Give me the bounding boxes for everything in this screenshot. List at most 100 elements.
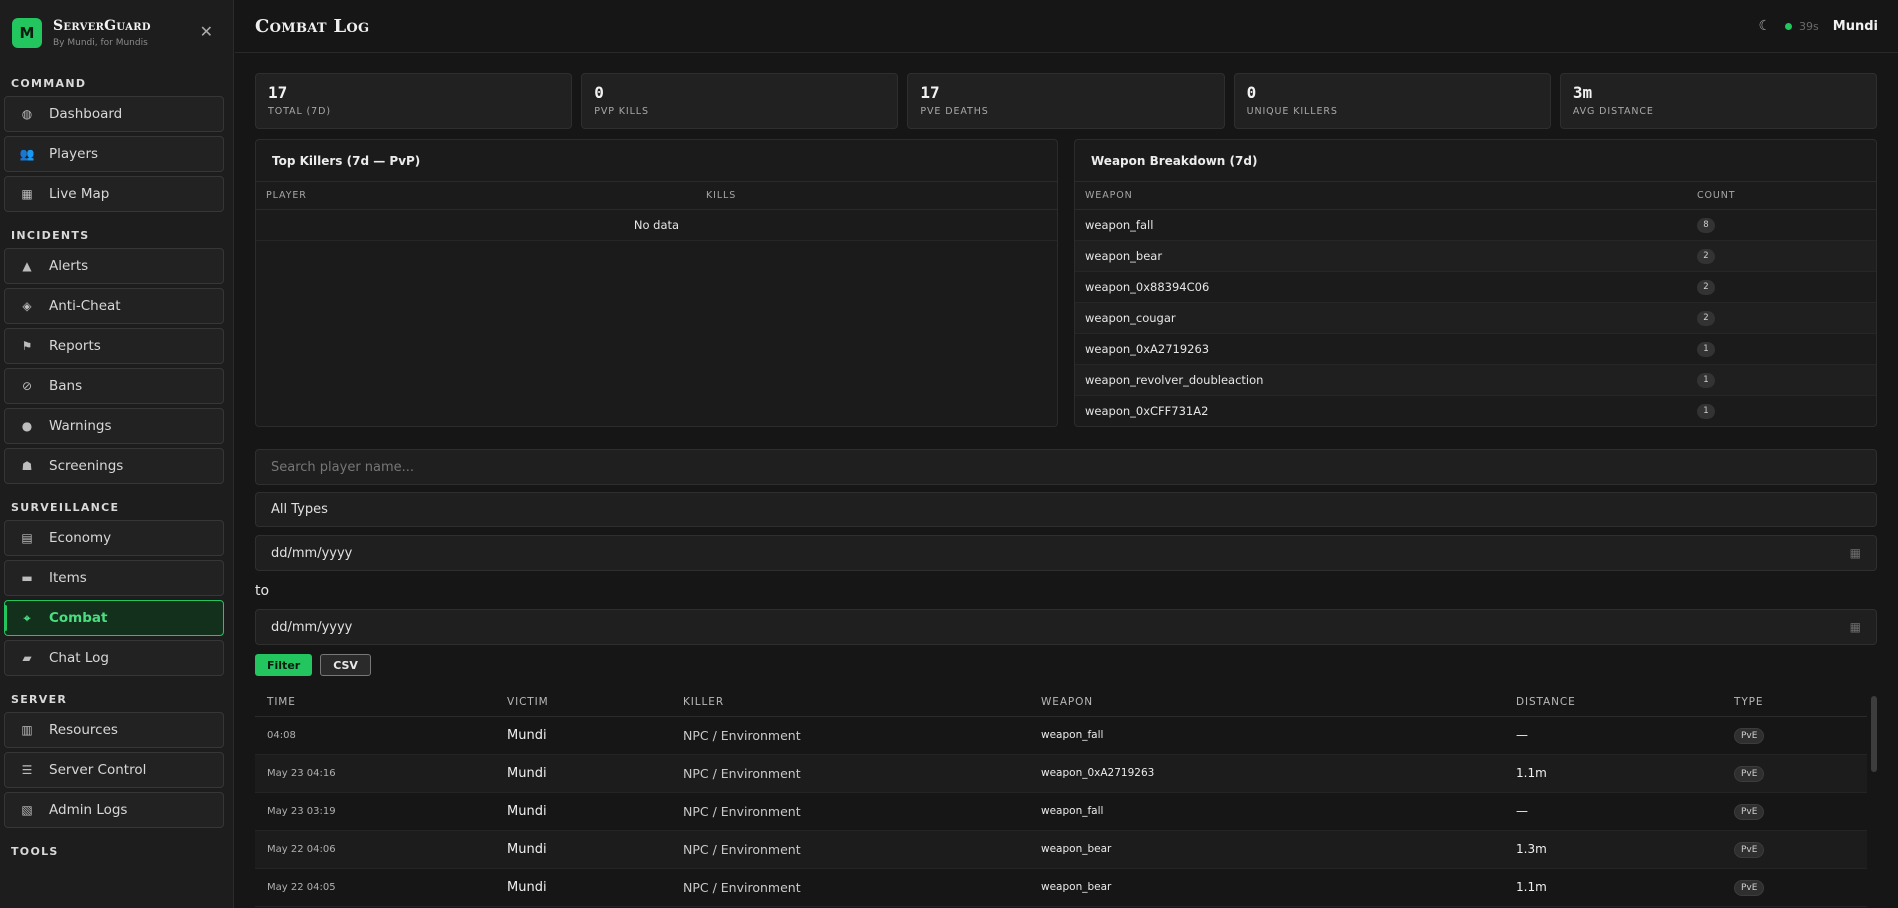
log-weapon: weapon_0xA2719263 <box>1029 754 1504 793</box>
sidebar-item-admin-logs[interactable]: ▧ Admin Logs <box>4 792 224 828</box>
sidebar-item-live-map[interactable]: ▦ Live Map <box>4 176 224 212</box>
stat-card: 3m AVG DISTANCE <box>1559 73 1878 129</box>
sidebar-nav: COMMAND ◍ Dashboard 👥 Players ▦ Live Map INCIDE… <box>0 66 233 858</box>
count-badge: 1 <box>1697 403 1715 419</box>
date-to-input[interactable]: dd/mm/yyyy ▦ <box>255 609 1877 645</box>
weapon-count-cell: 1 <box>1687 395 1876 426</box>
top-killers-title: Top Killers (7d — PvP) <box>256 140 1057 182</box>
section-label: SERVER <box>11 693 68 706</box>
weapon-name: weapon_revolver_doubleaction <box>1075 364 1687 396</box>
stat-card: 0 PVP KILLS <box>581 73 899 129</box>
crosshair-icon: ⌖ <box>23 610 31 625</box>
log-weapon: weapon_fall <box>1029 792 1504 831</box>
sliders-icon: ☰ <box>21 763 33 777</box>
table-row[interactable]: May 22 04:06 Mundi NPC / Environment weapon… <box>255 830 1867 869</box>
weapon-breakdown-title: Weapon Breakdown (7d) <box>1075 140 1876 182</box>
header: Combat Log ☾ 39s Mundi <box>235 0 1898 53</box>
sidebar-item-items[interactable]: ▬ Items <box>4 560 224 596</box>
stat-label: AVG DISTANCE <box>1572 106 1654 117</box>
sidebar-item-server-control[interactable]: ☰ Server Control <box>4 752 224 788</box>
calendar-icon[interactable]: ▦ <box>1850 620 1861 634</box>
log-distance: — <box>1504 716 1722 755</box>
log-killer: NPC / Environment <box>671 868 1029 907</box>
weapon-count-cell: 1 <box>1687 333 1876 365</box>
sidebar-item-chat-log[interactable]: ▰ Chat Log <box>4 640 224 676</box>
table-row[interactable]: May 23 03:19 Mundi NPC / Environment weapon… <box>255 792 1867 831</box>
section-label: INCIDENTS <box>11 229 90 242</box>
log-type-cell: PvE <box>1722 830 1867 869</box>
log-scrollbar[interactable] <box>1871 696 1877 772</box>
sidebar-item-warnings[interactable]: ● Warnings <box>4 408 224 444</box>
theme-toggle-icon[interactable]: ☾ <box>1758 18 1771 34</box>
type-badge: PvE <box>1734 880 1765 896</box>
weapon-name: weapon_fall <box>1075 209 1687 241</box>
log-time: May 23 03:19 <box>255 792 495 831</box>
stat-value: 17 <box>268 83 288 102</box>
type-badge: PvE <box>1734 766 1765 782</box>
table-row[interactable]: May 22 04:05 Mundi NPC / Environment weapon… <box>255 868 1867 907</box>
brand-subtitle: By Mundi, for Mundis <box>53 38 148 48</box>
section-label: SURVEILLANCE <box>11 501 120 514</box>
column-header-count: COUNT <box>1687 182 1876 210</box>
sidebar-item-reports[interactable]: ⚑ Reports <box>4 328 224 364</box>
dashboard-icon: ◍ <box>21 107 33 121</box>
log-killer: NPC / Environment <box>671 830 1029 869</box>
sidebar-item-resources[interactable]: ▥ Resources <box>4 712 224 748</box>
date-from-input[interactable]: dd/mm/yyyy ▦ <box>255 535 1877 571</box>
search-input[interactable] <box>271 459 1861 475</box>
ban-icon: ⊘ <box>21 379 33 393</box>
weapon-name: weapon_0x88394C06 <box>1075 271 1687 303</box>
status-dot-icon <box>1785 22 1793 30</box>
log-type-cell: PvE <box>1722 754 1867 793</box>
sidebar-item-dashboard[interactable]: ◍ Dashboard <box>4 96 224 132</box>
log-distance: — <box>1504 792 1722 831</box>
sidebar-item-screenings[interactable]: ☗ Screenings <box>4 448 224 484</box>
sidebar-item-label: Alerts <box>49 258 89 274</box>
sidebar-item-alerts[interactable]: ▲ Alerts <box>4 248 224 284</box>
status-time: 39s <box>1799 19 1819 33</box>
sidebar-item-players[interactable]: 👥 Players <box>4 136 224 172</box>
warning-icon: ▲ <box>22 259 32 273</box>
stat-card: 17 TOTAL (7D) <box>255 73 573 129</box>
sidebar-item-label: Screenings <box>49 458 124 474</box>
brand: M ServerGuard By Mundi, for Mundis ✕ <box>0 0 233 66</box>
search-field[interactable] <box>255 449 1877 485</box>
filter-button[interactable]: Filter <box>255 654 313 676</box>
weapon-breakdown-panel: Weapon Breakdown (7d) WEAPON COUNT weapo… <box>1074 139 1877 427</box>
type-select[interactable]: All Types <box>255 492 1877 527</box>
weapon-count-cell: 2 <box>1687 271 1876 303</box>
sidebar-item-anti-cheat[interactable]: ◈ Anti-Cheat <box>4 288 224 324</box>
stat-card: 17 PVE DEATHS <box>907 73 1225 129</box>
log-time: May 22 04:06 <box>255 830 495 869</box>
sidebar-item-economy[interactable]: ▤ Economy <box>4 520 224 556</box>
count-badge: 2 <box>1697 310 1715 326</box>
stat-label: PVE DEATHS <box>920 106 989 117</box>
users-icon: 👥 <box>19 147 35 161</box>
close-sidebar-icon[interactable]: ✕ <box>200 22 213 41</box>
sidebar-item-label: Bans <box>49 378 83 394</box>
combat-log-table: TIME VICTIM KILLER WEAPON DISTANCE TYPE … <box>255 688 1867 907</box>
user-name[interactable]: Mundi <box>1833 19 1878 34</box>
table-row: weapon_revolver_doubleaction 1 <box>1075 364 1876 396</box>
log-type-cell: PvE <box>1722 868 1867 907</box>
stat-value: 0 <box>594 83 604 102</box>
sidebar-item-bans[interactable]: ⊘ Bans <box>4 368 224 404</box>
weapon-count-cell: 8 <box>1687 209 1876 241</box>
date-to-placeholder: dd/mm/yyyy <box>271 619 353 635</box>
count-badge: 2 <box>1697 279 1715 295</box>
top-killers-panel: Top Killers (7d — PvP) PLAYER KILLS No d… <box>255 139 1058 427</box>
sidebar-item-combat[interactable]: ⌖ Combat <box>4 600 224 636</box>
table-row[interactable]: 04:08 Mundi NPC / Environment weapon_fall — P… <box>255 716 1867 755</box>
stat-value: 17 <box>920 83 940 102</box>
table-row: weapon_0xA2719263 1 <box>1075 333 1876 365</box>
log-type-cell: PvE <box>1722 792 1867 831</box>
csv-button[interactable]: CSV <box>320 654 371 676</box>
table-row[interactable]: May 23 04:16 Mundi NPC / Environment weapon… <box>255 754 1867 793</box>
type-badge: PvE <box>1734 804 1765 820</box>
header-right: ☾ 39s Mundi <box>1758 18 1878 34</box>
count-badge: 8 <box>1697 217 1715 233</box>
log-distance: 1.3m <box>1504 830 1722 869</box>
log-victim: Mundi <box>495 716 671 755</box>
column-header-weapon: WEAPON <box>1029 688 1504 717</box>
calendar-icon[interactable]: ▦ <box>1850 546 1861 560</box>
